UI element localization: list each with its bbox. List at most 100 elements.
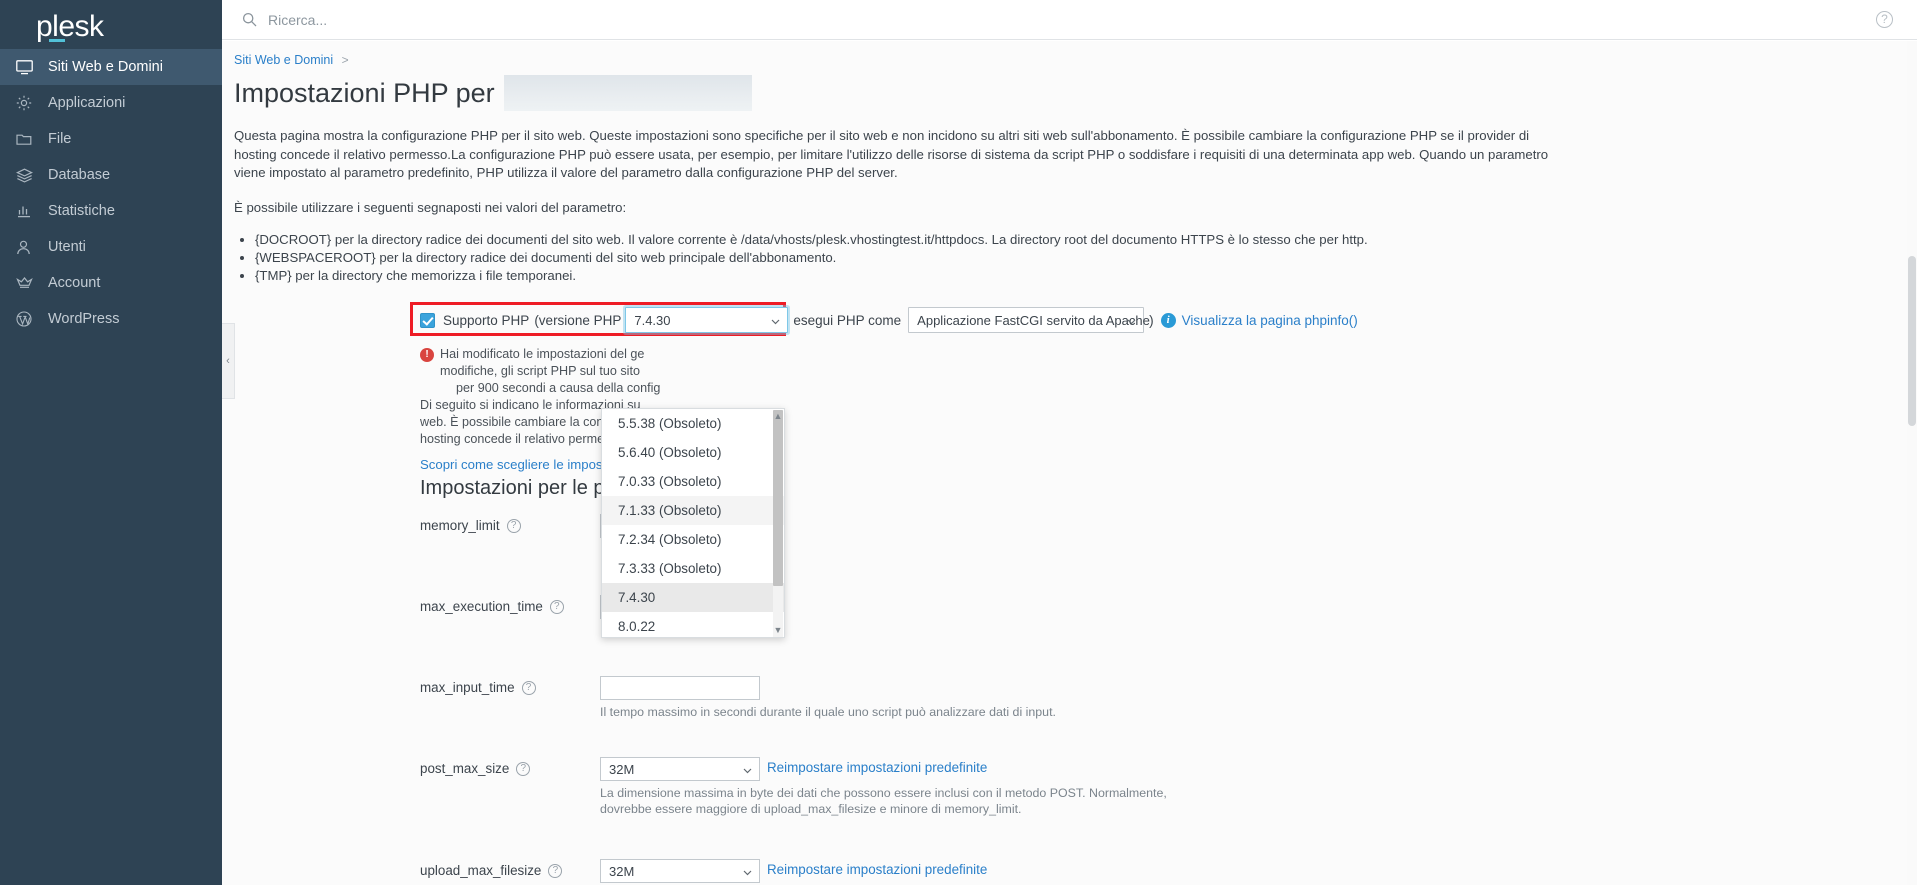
plesk-php-settings-screen: plesk Siti Web e Domini Applicazioni Fil…: [0, 0, 1917, 885]
setting-description: Il tempo massimo in secondi durante il q…: [600, 705, 1056, 719]
php-support-checkbox[interactable]: [420, 312, 435, 328]
setting-label: post_max_size ?: [420, 761, 531, 776]
chevron-down-icon: [742, 866, 753, 881]
dropdown-option[interactable]: 8.0.22: [602, 612, 784, 637]
phpinfo-link-label: Visualizza la pagina phpinfo(): [1181, 312, 1358, 328]
sidebar-item-label: Siti Web e Domini: [48, 59, 163, 75]
question-mark-icon[interactable]: ?: [549, 599, 564, 614]
chevron-down-icon: [770, 315, 781, 330]
phpinfo-link[interactable]: i Visualizza la pagina phpinfo(): [1160, 312, 1358, 328]
php-handler-value: Applicazione FastCGI servito da Apache: [917, 312, 1150, 328]
folder-icon: [16, 130, 42, 148]
sidebar-item-label: Statistiche: [48, 203, 115, 219]
setting-row-memory-limit: memory_limit ? ...e uno script può asseg…: [222, 514, 1917, 581]
chevron-up-icon[interactable]: ▲: [772, 410, 784, 422]
setting-name: post_max_size: [420, 761, 510, 776]
sidebar-item-label: Applicazioni: [48, 95, 126, 111]
redacted-domain-name: [503, 75, 752, 111]
search-input[interactable]: [266, 10, 646, 29]
sidebar-item-label: Database: [48, 167, 111, 183]
placeholder-list: {DOCROOT} per la directory radice dei do…: [234, 231, 1905, 284]
sidebar-item-wordpress[interactable]: WordPress: [0, 301, 222, 337]
list-item: {DOCROOT} per la directory radice dei do…: [255, 231, 1905, 248]
gear-icon: [16, 94, 42, 112]
dropdown-option[interactable]: 7.1.33 (Obsoleto): [602, 496, 784, 525]
intro-paragraph-1: Questa pagina mostra la configurazione P…: [234, 128, 1549, 180]
setting-control: 32M: [600, 757, 760, 781]
setting-label: max_execution_time ?: [420, 599, 564, 614]
max-input-time-select[interactable]: [600, 676, 760, 700]
sidebar-item-database[interactable]: Database: [0, 157, 222, 193]
sidebar-item-label: WordPress: [48, 311, 120, 327]
question-mark-icon[interactable]: ?: [516, 761, 531, 776]
warning-text-line-3: per 900 secondi a causa della config: [456, 381, 661, 395]
sidebar-item-siti-web-e-domini[interactable]: Siti Web e Domini: [0, 49, 222, 85]
search-box[interactable]: [242, 10, 646, 29]
monitor-icon: [16, 58, 42, 76]
sidebar-nav: Siti Web e Domini Applicazioni File Data…: [0, 49, 222, 337]
sidebar-item-statistiche[interactable]: Statistiche: [0, 193, 222, 229]
php-support-label: Supporto PHP: [443, 312, 530, 328]
page-title-row: Impostazioni PHP per: [222, 67, 1917, 111]
question-mark-icon[interactable]: ?: [506, 518, 521, 533]
setting-name: max_input_time: [420, 680, 515, 695]
dropdown-scrollbar[interactable]: [773, 410, 783, 637]
sidebar-item-applicazioni[interactable]: Applicazioni: [0, 85, 222, 121]
warning-text-line-5: web. È possibile cambiare la configurazi: [420, 415, 645, 429]
upload-max-filesize-reset-link[interactable]: Reimpostare impostazioni predefinite: [767, 862, 987, 877]
main-content: ‹ Siti Web e Domini > Impostazioni PHP p…: [222, 41, 1917, 885]
dropdown-option[interactable]: 7.4.30: [602, 583, 784, 612]
chevron-down-icon: [742, 764, 753, 779]
sidebar-item-label: Account: [48, 275, 101, 291]
php-handler-select[interactable]: Applicazione FastCGI servito da Apache: [908, 307, 1150, 333]
intro-paragraph-2: È possibile utilizzare i seguenti segnap…: [234, 199, 627, 215]
plesk-logo[interactable]: plesk: [0, 0, 222, 45]
php-version-label: (versione PHP: [534, 312, 622, 328]
php-support-row: Supporto PHP (versione PHP 7.4.30 esegui…: [222, 302, 1917, 336]
setting-row-max-input-time: max_input_time ? Il tempo massimo in sec…: [222, 676, 1917, 743]
dropdown-option[interactable]: 5.6.40 (Obsoleto): [602, 438, 784, 467]
sidebar-item-account[interactable]: Account: [0, 265, 222, 301]
dropdown-option[interactable]: 7.2.34 (Obsoleto): [602, 525, 784, 554]
wordpress-icon: [16, 310, 42, 328]
search-icon: [242, 12, 257, 27]
dropdown-option[interactable]: 5.5.38 (Obsoleto): [602, 409, 784, 438]
setting-name: memory_limit: [420, 518, 500, 533]
php-version-select[interactable]: 7.4.30: [625, 307, 789, 333]
learn-more-link[interactable]: Scopri come scegliere le impostazi: [420, 457, 623, 472]
breadcrumb: Siti Web e Domini >: [222, 41, 1917, 67]
setting-row-post-max-size: post_max_size ? 32M Reimpostare impostaz…: [222, 757, 1917, 845]
setting-label: memory_limit ?: [420, 518, 521, 533]
page-scrollbar-thumb[interactable]: [1908, 256, 1916, 426]
page-scrollbar[interactable]: [1907, 41, 1917, 885]
setting-row-upload-max-filesize: upload_max_filesize ? 32M Reimpostare im…: [222, 859, 1917, 885]
dropdown-options: 5.5.38 (Obsoleto) 5.6.40 (Obsoleto) 7.0.…: [602, 409, 784, 637]
database-icon: [16, 166, 42, 184]
dropdown-scrollbar-thumb[interactable]: [773, 410, 783, 586]
breadcrumb-item-siti-web-e-domini[interactable]: Siti Web e Domini: [234, 53, 333, 67]
chevron-down-icon[interactable]: ▼: [772, 624, 784, 636]
question-mark-icon[interactable]: ?: [548, 863, 563, 878]
post-max-size-reset-link[interactable]: Reimpostare impostazioni predefinite: [767, 760, 987, 775]
top-bar: ?: [222, 0, 1917, 40]
setting-name: upload_max_filesize: [420, 863, 542, 878]
php-handler-label: esegui PHP come: [793, 312, 902, 328]
sidebar-collapse-handle[interactable]: ‹: [222, 323, 235, 399]
help-icon[interactable]: ?: [1876, 11, 1893, 28]
sidebar-item-utenti[interactable]: Utenti: [0, 229, 222, 265]
upload-max-filesize-select[interactable]: 32M: [600, 859, 760, 883]
setting-control: 32M: [600, 859, 760, 883]
question-mark-icon[interactable]: ?: [521, 680, 536, 695]
warning-line: ! Hai modificato le impostazioni del ge: [420, 346, 1400, 363]
warning-text-line-1: Hai modificato le impostazioni del ge: [440, 347, 645, 361]
php-version-dropdown-list[interactable]: ▲ ▼ 5.5.38 (Obsoleto) 5.6.40 (Obsoleto) …: [601, 408, 785, 638]
setting-description: La dimensione massima in byte dei dati c…: [600, 786, 1167, 816]
logo-underline: [49, 39, 65, 42]
dropdown-option[interactable]: 7.0.33 (Obsoleto): [602, 467, 784, 496]
sidebar: plesk Siti Web e Domini Applicazioni Fil…: [0, 0, 222, 885]
setting-control: [600, 676, 760, 700]
sidebar-item-file[interactable]: File: [0, 121, 222, 157]
dropdown-option[interactable]: 7.3.33 (Obsoleto): [602, 554, 784, 583]
post-max-size-select[interactable]: 32M: [600, 757, 760, 781]
breadcrumb-separator: >: [341, 53, 349, 67]
